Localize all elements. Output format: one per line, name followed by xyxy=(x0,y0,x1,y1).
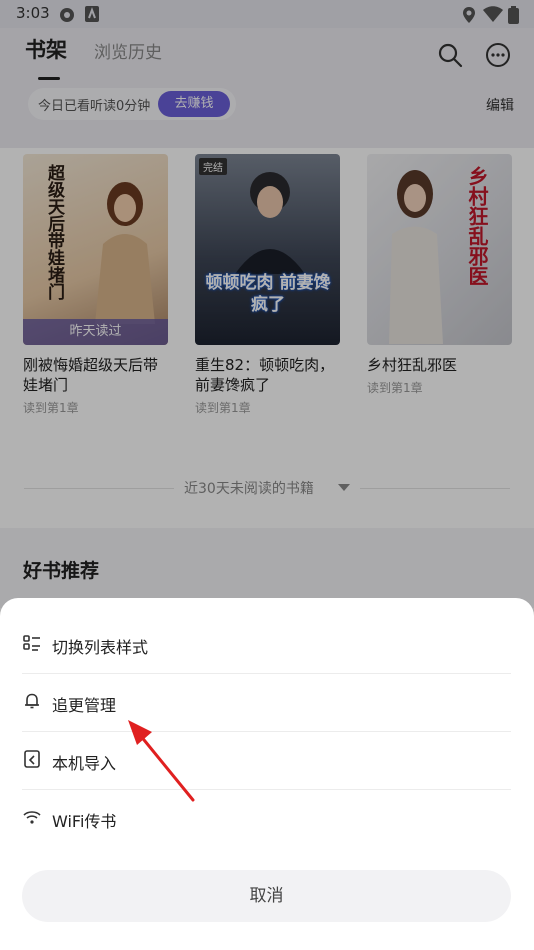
bottom-sheet-menu: 切换列表样式 追更管理 本机导入 WiFi传书 取消 xyxy=(0,598,534,950)
import-icon xyxy=(24,750,40,768)
menu-item-wifi-transfer[interactable]: WiFi传书 xyxy=(22,790,511,848)
list-style-icon xyxy=(23,635,40,651)
wifi-icon xyxy=(23,811,41,824)
menu-item-local-import[interactable]: 本机导入 xyxy=(22,732,511,790)
menu-item-label: 追更管理 xyxy=(52,696,117,715)
menu-item-label: 本机导入 xyxy=(52,754,117,773)
menu-item-label: 切换列表样式 xyxy=(52,638,149,657)
menu-item-update-tracking[interactable]: 追更管理 xyxy=(22,674,511,732)
bell-icon xyxy=(25,693,39,709)
cancel-button[interactable]: 取消 xyxy=(22,870,511,922)
menu-item-list-style[interactable]: 切换列表样式 xyxy=(22,616,511,674)
menu-item-label: WiFi传书 xyxy=(52,812,117,831)
